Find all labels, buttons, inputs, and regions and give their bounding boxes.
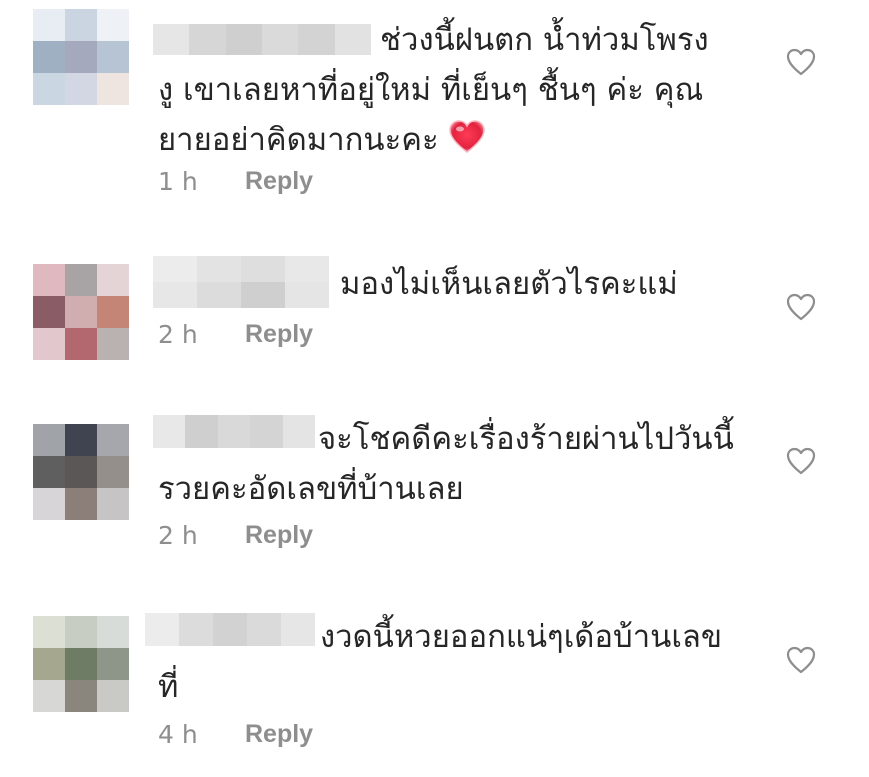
heart-like-icon[interactable] xyxy=(786,646,816,674)
heart-like-icon[interactable] xyxy=(786,447,816,475)
comment-meta: 1 h Reply xyxy=(158,167,313,196)
comment-text: ช่วงนี้ฝนตก น้ำท่วมโพรง งู เขาเลยหาที่อย… xyxy=(158,15,709,169)
comment-line: รวยคะอัดเลขที่บ้านเลย xyxy=(158,471,464,507)
comment-meta: 4 h Reply xyxy=(158,720,313,749)
comment-text: จะโชคดีคะเรื่องร้ายผ่านไปวันนี้ รวยคะอัด… xyxy=(158,414,734,514)
comment-line: ยายอย่าคิดมากนะคะ xyxy=(158,122,439,158)
reply-button[interactable]: Reply xyxy=(245,521,313,550)
comment-line: งวดนี้หวยออกแน่ๆเด้อบ้านเลข xyxy=(320,619,723,655)
reply-button[interactable]: Reply xyxy=(245,720,313,749)
avatar[interactable] xyxy=(33,264,129,360)
reply-button[interactable]: Reply xyxy=(245,320,313,349)
avatar[interactable] xyxy=(33,9,129,105)
timestamp: 1 h xyxy=(158,167,198,196)
comment-line: มองไม่เห็นเลยตัวไรคะแม่ xyxy=(340,266,678,302)
comment-text: มองไม่เห็นเลยตัวไรคะแม่ xyxy=(340,259,678,309)
comment-line: ที่ xyxy=(158,669,179,705)
comment-line: ช่วงนี้ฝนตก น้ำท่วมโพรง xyxy=(380,22,709,58)
timestamp: 2 h xyxy=(158,320,198,349)
comment-meta: 2 h Reply xyxy=(158,521,313,550)
reply-button[interactable]: Reply xyxy=(245,167,313,196)
comment-line: งู เขาเลยหาที่อยู่ใหม่ ที่เย็นๆ ชื้นๆ ค่… xyxy=(158,72,704,108)
heart-like-icon[interactable] xyxy=(786,293,816,321)
timestamp: 4 h xyxy=(158,720,198,749)
comment-meta: 2 h Reply xyxy=(158,320,313,349)
heart-emoji-icon xyxy=(448,119,485,169)
username-blurred[interactable] xyxy=(153,256,329,308)
heart-like-icon[interactable] xyxy=(786,48,816,76)
timestamp: 2 h xyxy=(158,521,198,550)
avatar[interactable] xyxy=(33,616,129,712)
comment-text: งวดนี้หวยออกแน่ๆเด้อบ้านเลข ที่ xyxy=(158,612,722,712)
avatar[interactable] xyxy=(33,424,129,520)
comment-line: จะโชคดีคะเรื่องร้ายผ่านไปวันนี้ xyxy=(318,421,734,457)
